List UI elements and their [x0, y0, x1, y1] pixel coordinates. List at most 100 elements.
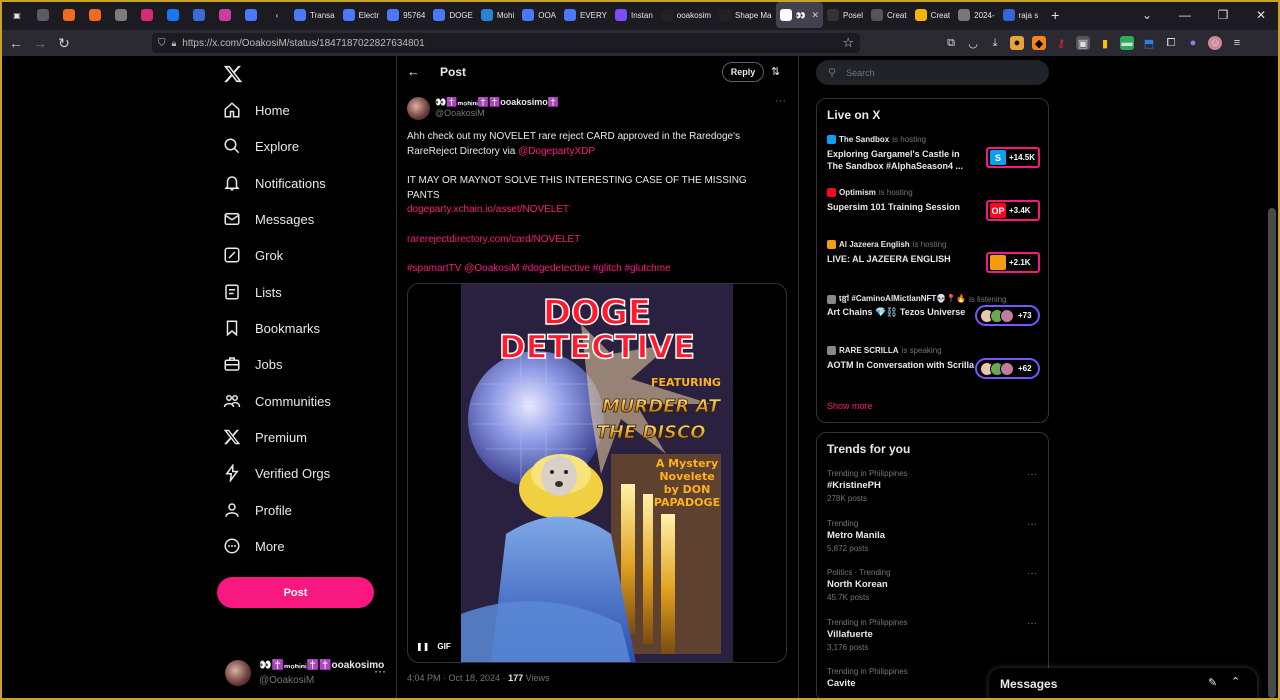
reload-icon[interactable]: ↻ — [52, 35, 76, 52]
space-title[interactable]: LIVE: AL JAZEERA ENGLISH — [827, 253, 977, 265]
nav-item-explore[interactable]: Explore — [223, 134, 299, 158]
browser-tab[interactable] — [134, 2, 160, 28]
trend-item[interactable]: Trending in Philippines #KristinePH 278K p… — [827, 469, 1041, 503]
browser-tab[interactable] — [82, 2, 108, 28]
dogeparty-link[interactable]: dogeparty.xchain.io/asset/NOVELET — [407, 202, 777, 217]
space-title[interactable]: Art Chains 💎⛓️ Tezos Universe — [827, 306, 977, 318]
live-space-item[interactable]: Optimism is hosting Supersim 101 Training … — [827, 188, 1041, 232]
browser-tab[interactable] — [212, 2, 238, 28]
browser-tab[interactable] — [56, 2, 82, 28]
host-name[interactable]: The Sandbox — [839, 135, 889, 144]
extension-green-icon[interactable]: ▬ — [1120, 36, 1134, 50]
extension-yellow-icon[interactable]: ▮ — [1098, 36, 1112, 50]
browser-tab[interactable]: Shape Ma — [715, 2, 775, 28]
browser-tab[interactable]: Creat — [867, 2, 911, 28]
nav-item-communities[interactable]: Communities — [223, 389, 331, 413]
browser-tab[interactable]: Mohi — [477, 2, 518, 28]
live-space-item[interactable]: Al Jazeera English is hosting LIVE: AL JAZ… — [827, 240, 1041, 284]
nav-item-home[interactable]: Home — [223, 98, 290, 122]
forward-arrow-icon[interactable]: → — [28, 35, 52, 51]
profile-avatar-icon[interactable]: ☺ — [1208, 36, 1222, 50]
host-name[interactable]: RARE SCRILLA — [839, 346, 899, 355]
browser-tab[interactable]: Transa — [290, 2, 339, 28]
live-listeners-badge[interactable]: S +14.5K — [986, 147, 1040, 168]
nav-item-bookmarks[interactable]: Bookmarks — [223, 316, 320, 340]
search-input[interactable]: ⚲ Search — [816, 60, 1049, 85]
nav-item-notifications[interactable]: Notifications — [223, 171, 326, 195]
more-dots-icon[interactable]: ··· — [374, 664, 386, 678]
browser-tab[interactable]: EVERY — [560, 2, 611, 28]
live-space-item[interactable]: ខ្មៅ #CaminoAlMictlanNFT💀📍🔥 is listening A… — [827, 293, 1041, 337]
expand-chevron-icon[interactable]: ⌃ — [1231, 675, 1240, 688]
tab-list-chevron-icon[interactable]: ⌄ — [1128, 8, 1166, 22]
live-space-item[interactable]: The Sandbox is hosting Exploring Gargamel'… — [827, 135, 1041, 179]
show-more-link[interactable]: Show more — [827, 401, 873, 411]
rarereject-link[interactable]: rarerejectdirectory.com/card/NOVELET — [407, 232, 777, 247]
trend-more-dots-icon[interactable]: ··· — [1027, 618, 1037, 629]
tab-close-icon[interactable]: ✕ — [811, 10, 819, 21]
post-button[interactable]: Post — [217, 577, 374, 608]
restore-icon[interactable]: ❐ — [1204, 8, 1242, 22]
nav-item-messages[interactable]: Messages — [223, 207, 314, 231]
url-text[interactable]: https://x.com/OoakosiM/status/1847187022… — [182, 38, 424, 49]
browser-tab[interactable]: Instan — [611, 2, 657, 28]
trend-more-dots-icon[interactable]: ··· — [1027, 469, 1037, 480]
post-media-gif[interactable]: DOGE DETECTIVE FEATURING MURDER AT THE D… — [407, 283, 787, 663]
browser-tab[interactable]: 👀 ✕ — [775, 2, 824, 28]
mention-link[interactable]: @DogepartyXDP — [518, 146, 595, 157]
page-scrollbar[interactable] — [1268, 208, 1276, 698]
browser-tab[interactable] — [108, 2, 134, 28]
host-name[interactable]: Optimism — [839, 188, 876, 197]
extension-badge-icon[interactable]: ▣ — [1076, 36, 1090, 50]
browser-tab[interactable]: OOA — [518, 2, 560, 28]
close-window-icon[interactable]: ✕ — [1242, 8, 1280, 22]
post-time[interactable]: 4:04 PM · Oct 18, 2024 · — [407, 673, 508, 683]
browser-tab[interactable] — [30, 2, 56, 28]
author-name[interactable]: 👀✝️ₘₒₕᵢₙᵢ✝️✝️ooakosimo✝️ — [435, 97, 559, 108]
reply-button[interactable]: Reply — [722, 62, 764, 82]
extension-blue-icon[interactable]: ⬒ — [1142, 36, 1156, 50]
bookmark-star-icon[interactable]: ☆ — [842, 35, 854, 51]
messages-drawer[interactable]: Messages ✎ ⌃ — [989, 668, 1257, 700]
browser-tab[interactable] — [238, 2, 264, 28]
trend-item[interactable]: Trending in Philippines Villafuerte 3,176 … — [827, 618, 1041, 652]
nav-item-grok[interactable]: Grok — [223, 243, 283, 267]
author-avatar[interactable] — [407, 97, 430, 120]
trend-more-dots-icon[interactable]: ··· — [1027, 519, 1037, 530]
puzzle-extensions-icon[interactable]: ⧠ — [1164, 36, 1178, 50]
url-bar[interactable]: ⛉ 🔒︎ https://x.com/OoakosiM/status/18471… — [152, 33, 860, 53]
new-message-icon[interactable]: ✎ — [1208, 676, 1217, 689]
browser-tab[interactable]: raja s — [999, 2, 1043, 28]
space-title[interactable]: Supersim 101 Training Session — [827, 201, 977, 213]
nav-item-profile[interactable]: Profile — [223, 498, 292, 522]
live-space-item[interactable]: RARE SCRILLA is speaking AOTM In Conversat… — [827, 346, 1041, 390]
browser-tab[interactable]: 2024- — [954, 2, 998, 28]
extension-wolf-icon[interactable]: ● — [1010, 36, 1024, 50]
minimize-icon[interactable]: — — [1166, 8, 1204, 22]
back-arrow-icon[interactable]: ← — [4, 35, 28, 51]
menu-hamburger-icon[interactable]: ≡ — [1230, 36, 1244, 50]
x-logo-icon[interactable] — [223, 64, 243, 84]
listeners-avatars-badge[interactable]: +62 — [975, 358, 1040, 379]
space-title[interactable]: Exploring Gargamel's Castle in The Sandb… — [827, 148, 977, 172]
nav-item-jobs[interactable]: Jobs — [223, 352, 282, 376]
back-arrow-icon[interactable]: ← — [407, 64, 420, 79]
tab-overview-icon[interactable]: ▣ — [4, 2, 30, 28]
author-handle[interactable]: @OoakosiM — [435, 108, 485, 118]
live-listeners-badge[interactable]: OP +3.4K — [986, 200, 1040, 221]
nav-item-lists[interactable]: Lists — [223, 280, 282, 304]
sliders-icon[interactable]: ⇅ — [771, 65, 780, 78]
nav-item-premium[interactable]: Premium — [223, 425, 307, 449]
trend-more-dots-icon[interactable]: ··· — [1027, 568, 1037, 579]
account-switcher[interactable]: 👀✝️ₘₒₕᵢₙᵢ✝️✝️ooakosimo @OoakosiM ··· — [221, 658, 391, 690]
trend-item[interactable]: Trending Metro Manila 5,872 posts ··· — [827, 519, 1041, 553]
pocket-icon[interactable]: ◡ — [966, 36, 980, 50]
browser-tab[interactable] — [160, 2, 186, 28]
space-title[interactable]: AOTM In Conversation with Scrilla — [827, 359, 977, 371]
screenshot-icon[interactable]: ⧉ — [944, 36, 958, 50]
browser-tab[interactable]: Electr — [339, 2, 383, 28]
browser-tab[interactable]: DOGE — [429, 2, 477, 28]
browser-tab[interactable]: Posel — [823, 2, 867, 28]
extension-purple-icon[interactable]: ● — [1186, 36, 1200, 50]
browser-tab[interactable] — [186, 2, 212, 28]
